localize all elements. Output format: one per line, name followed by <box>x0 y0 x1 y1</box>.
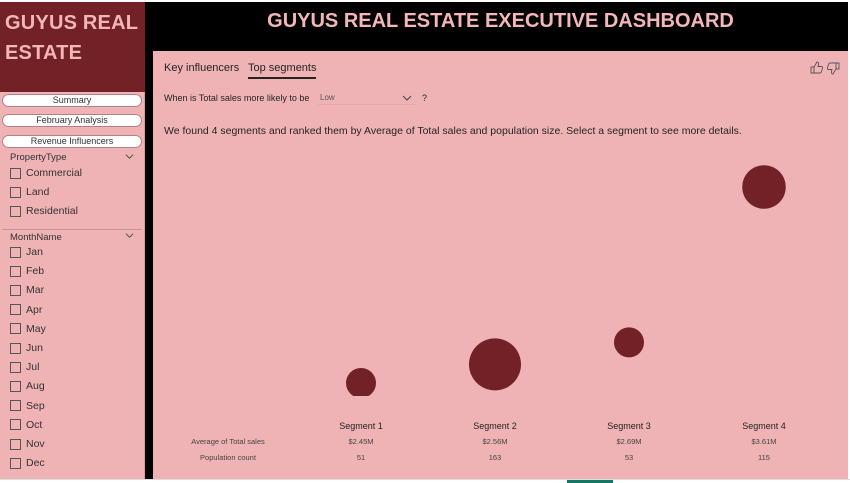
row-label-population: Population count <box>200 453 256 462</box>
checkbox[interactable] <box>10 361 21 373</box>
dropdown-value: Low <box>320 93 335 102</box>
segment-label[interactable]: Segment 3 <box>589 421 669 431</box>
segment-population-value: 163 <box>488 453 502 462</box>
summary-text: We found 4 segments and ranked them by A… <box>164 125 742 137</box>
property-option-land[interactable]: Land <box>10 185 49 199</box>
month-option-label: Sep <box>26 399 45 412</box>
question-text: When is Total sales more likely to be <box>164 93 310 103</box>
checkbox[interactable] <box>10 323 21 335</box>
checkbox[interactable] <box>10 265 21 277</box>
segment-bubble[interactable] <box>346 368 376 396</box>
month-option-label: Mar <box>26 284 45 297</box>
checkbox[interactable] <box>10 205 21 217</box>
month-slicer-title: MonthName <box>10 232 62 243</box>
target-value-dropdown[interactable]: Low <box>318 91 415 105</box>
month-option-apr[interactable]: Apr <box>10 303 42 317</box>
checkbox[interactable] <box>10 419 21 431</box>
header-bar: GUYUS REAL ESTATE EXECUTIVE DASHBOARD <box>153 2 848 51</box>
help-icon[interactable]: ? <box>422 93 427 103</box>
dashboard-root: GUYUS REAL ESTATE Summary February Analy… <box>0 0 850 483</box>
segment-bubble[interactable] <box>614 327 644 358</box>
month-option-feb[interactable]: Feb <box>10 264 44 278</box>
sidebar: GUYUS REAL ESTATE Summary February Analy… <box>0 2 145 479</box>
month-option-may[interactable]: May <box>10 322 46 336</box>
row-label-average: Average of Total sales <box>191 437 265 446</box>
thumbs-up-icon[interactable] <box>810 61 824 74</box>
month-option-label: Nov <box>26 438 45 450</box>
month-option-dec[interactable]: Dec <box>10 456 45 470</box>
checkbox[interactable] <box>10 246 21 258</box>
segment-average-value: $3.61M <box>751 437 777 446</box>
brand-panel: GUYUS REAL ESTATE <box>0 2 145 92</box>
segment-label[interactable]: Segment 1 <box>321 421 401 431</box>
checkbox[interactable] <box>10 186 21 198</box>
tab-key-influencers[interactable]: Key influencers <box>164 62 239 74</box>
chevron-down-icon[interactable] <box>125 152 134 161</box>
thumbs-down-icon[interactable] <box>826 62 840 75</box>
checkbox[interactable] <box>10 457 21 469</box>
segment-bubble[interactable] <box>742 165 786 209</box>
segment-average-value: $2.69M <box>616 437 642 446</box>
nav-february-button[interactable]: February Analysis <box>2 114 142 127</box>
month-option-jun[interactable]: Jun <box>10 341 43 355</box>
checkbox[interactable] <box>10 400 21 412</box>
month-option-label: Dec <box>26 457 45 470</box>
nav-summary-button[interactable]: Summary <box>2 94 142 107</box>
brand-title: GUYUS REAL ESTATE <box>5 12 138 64</box>
segment-average-value: $2.56M <box>482 437 508 446</box>
segment-label[interactable]: Segment 4 <box>724 421 804 431</box>
month-option-label: May <box>26 322 46 335</box>
top-segments-visual: Key influencers Top segments When is Tot… <box>153 51 848 479</box>
segment-population-value: 115 <box>758 453 770 462</box>
page-title: GUYUS REAL ESTATE EXECUTIVE DASHBOARD <box>267 10 734 32</box>
property-option-label: Residential <box>26 205 78 217</box>
sidebar-divider <box>145 2 153 479</box>
property-option-commercial[interactable]: Commercial <box>10 166 82 180</box>
chevron-down-icon <box>402 95 412 101</box>
checkbox[interactable] <box>10 304 21 316</box>
tab-top-segments[interactable]: Top segments <box>248 62 317 79</box>
property-slicer-title: PropertyType <box>10 152 67 163</box>
month-option-label: Jan <box>26 246 43 258</box>
property-option-label: Commercial <box>26 167 83 179</box>
segment-average-value: $2.45M <box>348 437 374 446</box>
segment-population-value: 53 <box>624 453 634 462</box>
month-option-sep[interactable]: Sep <box>10 399 45 413</box>
property-option-label: Land <box>26 186 50 198</box>
checkbox[interactable] <box>10 284 21 296</box>
checkbox[interactable] <box>10 438 21 450</box>
month-option-oct[interactable]: Oct <box>10 418 42 432</box>
month-option-label: Oct <box>26 418 43 431</box>
feedback-icons <box>810 61 840 75</box>
segments-bubble-chart <box>346 165 786 396</box>
month-option-label: Jun <box>26 342 43 354</box>
segment-label[interactable]: Segment 2 <box>455 421 535 431</box>
month-option-jul[interactable]: Jul <box>10 360 39 374</box>
month-option-label: Apr <box>26 303 43 316</box>
month-option-label: Jul <box>26 361 40 374</box>
checkbox[interactable] <box>10 342 21 354</box>
chevron-down-icon[interactable] <box>125 231 134 240</box>
month-option-nov[interactable]: Nov <box>10 437 45 451</box>
checkbox[interactable] <box>10 167 21 179</box>
slicer-divider <box>2 229 142 230</box>
month-option-aug[interactable]: Aug <box>10 379 45 393</box>
month-option-mar[interactable]: Mar <box>10 283 44 297</box>
property-option-residential[interactable]: Residential <box>10 204 78 218</box>
page-footer <box>0 479 850 483</box>
segment-bubble[interactable] <box>469 338 521 391</box>
nav-revenue-button[interactable]: Revenue Influencers <box>2 135 142 148</box>
month-option-label: Aug <box>26 380 45 393</box>
checkbox[interactable] <box>10 380 21 392</box>
month-option-label: Feb <box>26 265 45 278</box>
segment-population-value: 51 <box>356 453 366 462</box>
month-option-jan[interactable]: Jan <box>10 245 43 259</box>
